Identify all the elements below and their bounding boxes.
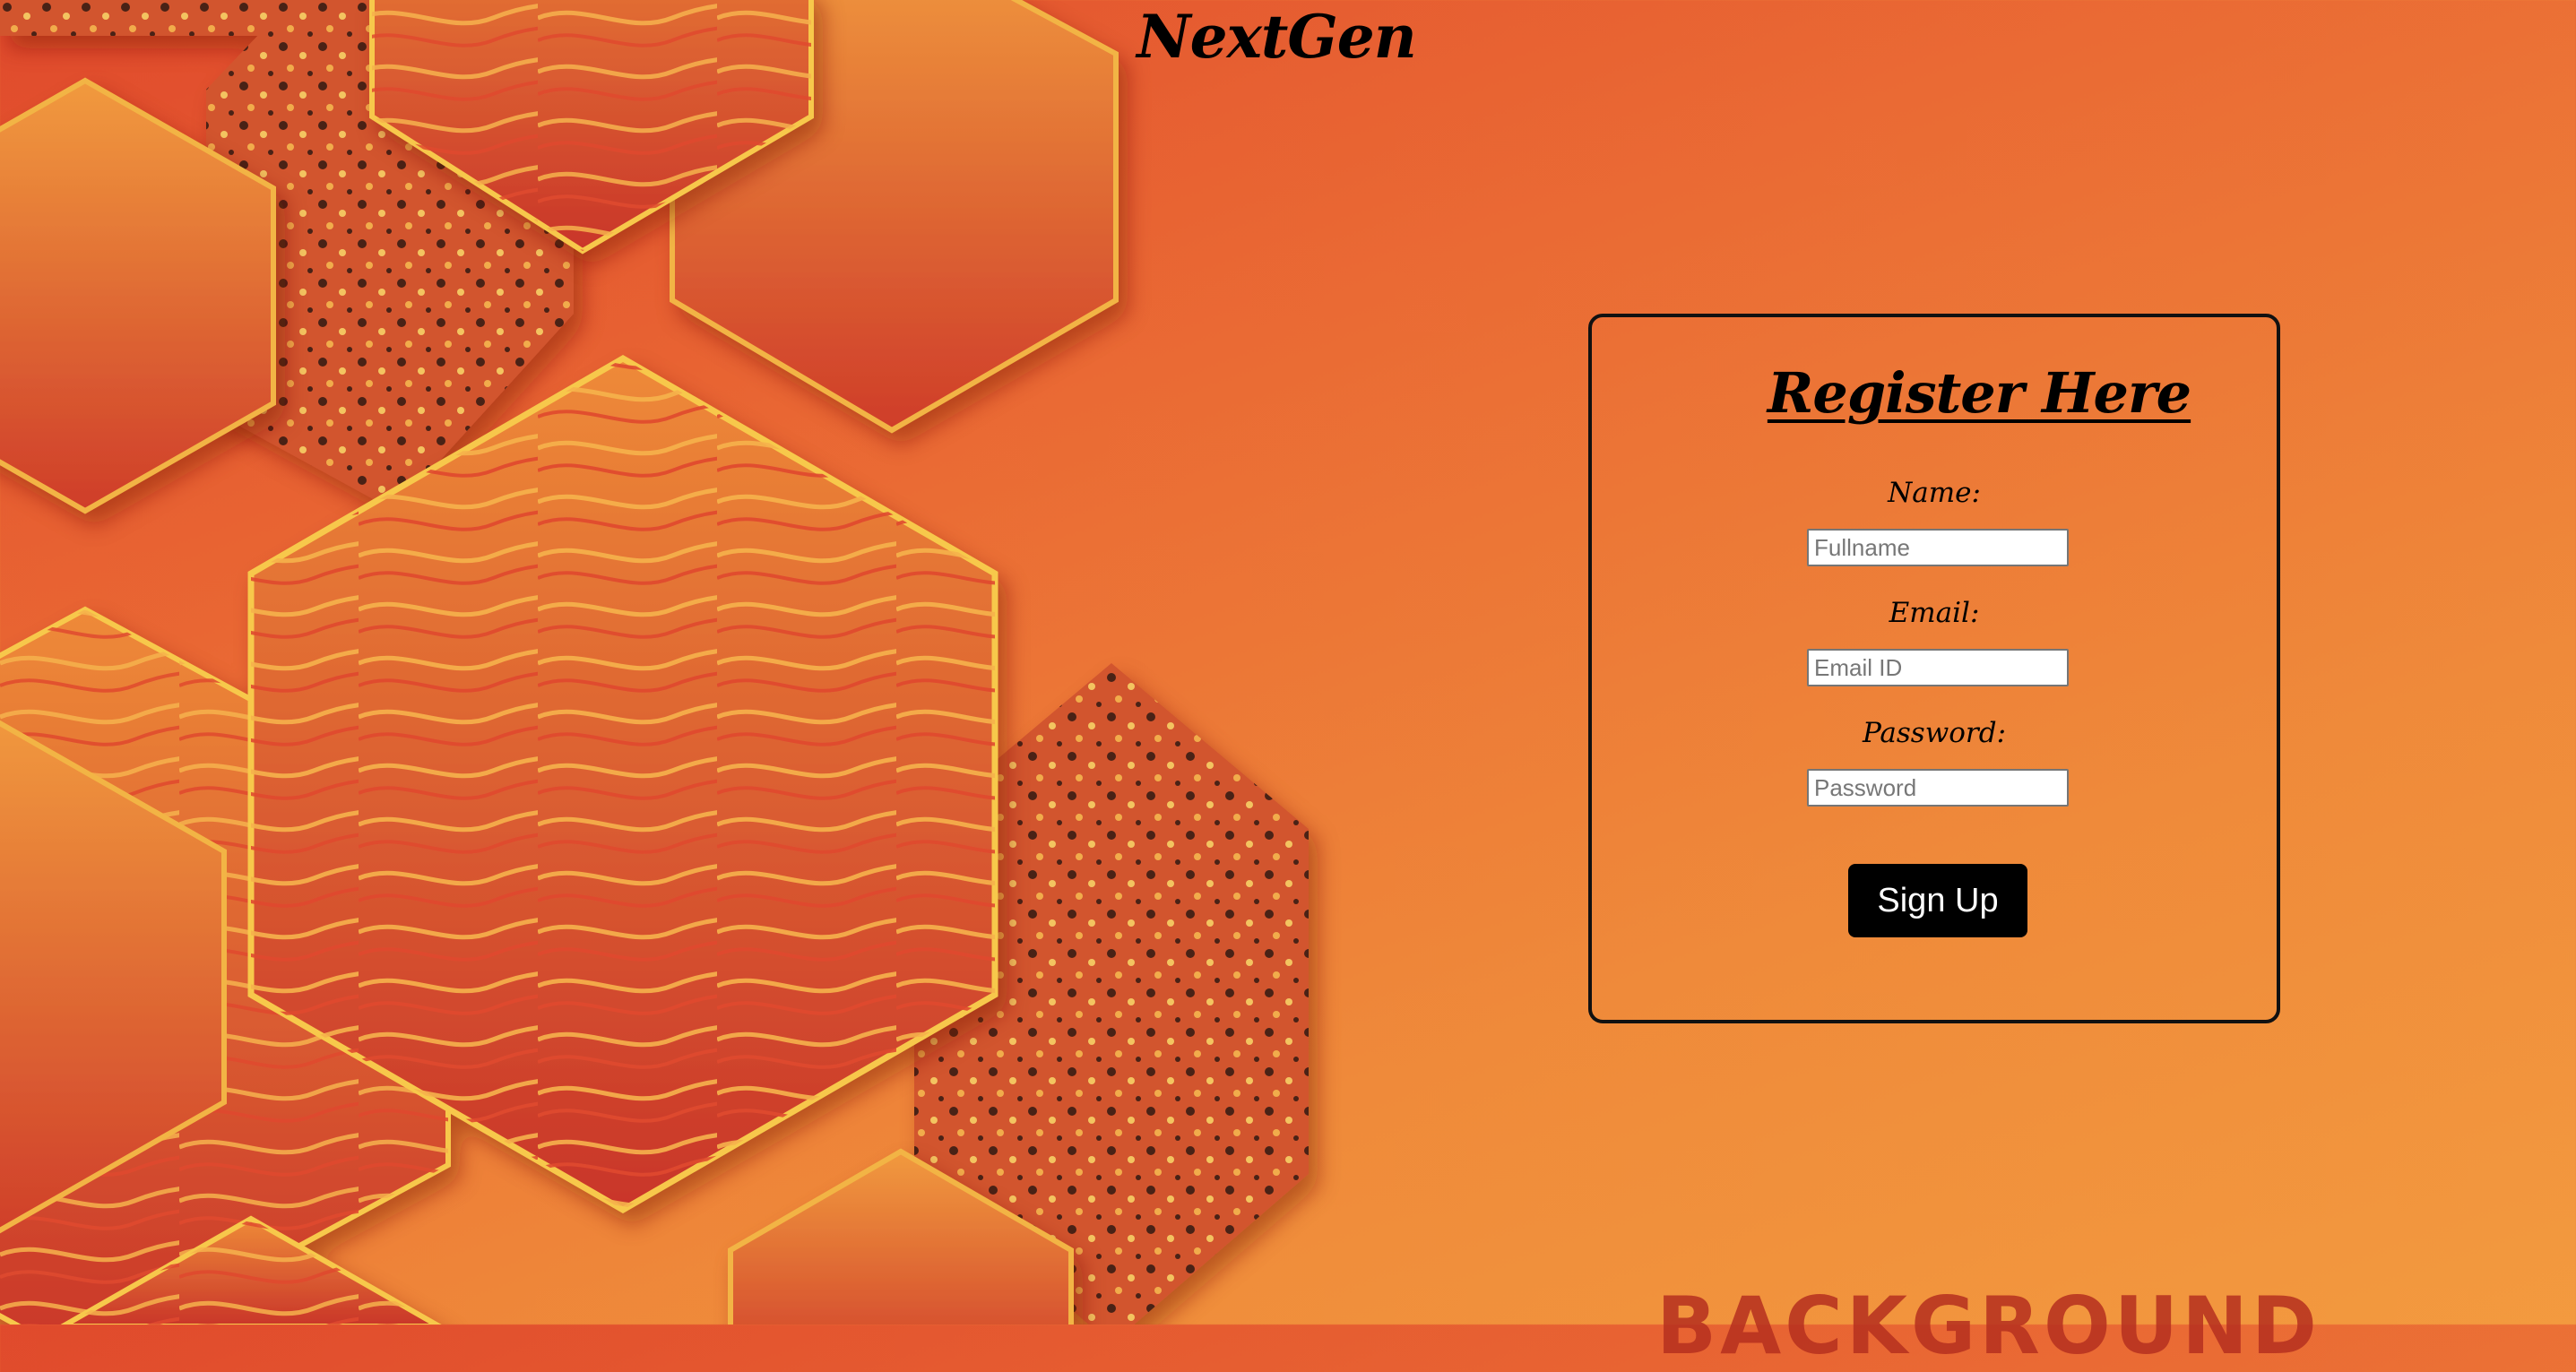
sign-up-button[interactable]: Sign Up — [1848, 864, 2027, 937]
password-input[interactable] — [1807, 769, 2069, 807]
brand-title: NextGen — [1137, 2, 1416, 72]
background-watermark: BACKGROUND — [1656, 1280, 2321, 1372]
email-input[interactable] — [1807, 649, 2069, 686]
email-label: Email: — [1889, 597, 1980, 629]
form-title: Register Here — [1767, 360, 2191, 426]
password-label: Password: — [1862, 717, 2007, 749]
register-form: Register Here Name: Email: Password: Sig… — [1588, 314, 2280, 1023]
name-input[interactable] — [1807, 529, 2069, 566]
name-label: Name: — [1888, 477, 1981, 509]
